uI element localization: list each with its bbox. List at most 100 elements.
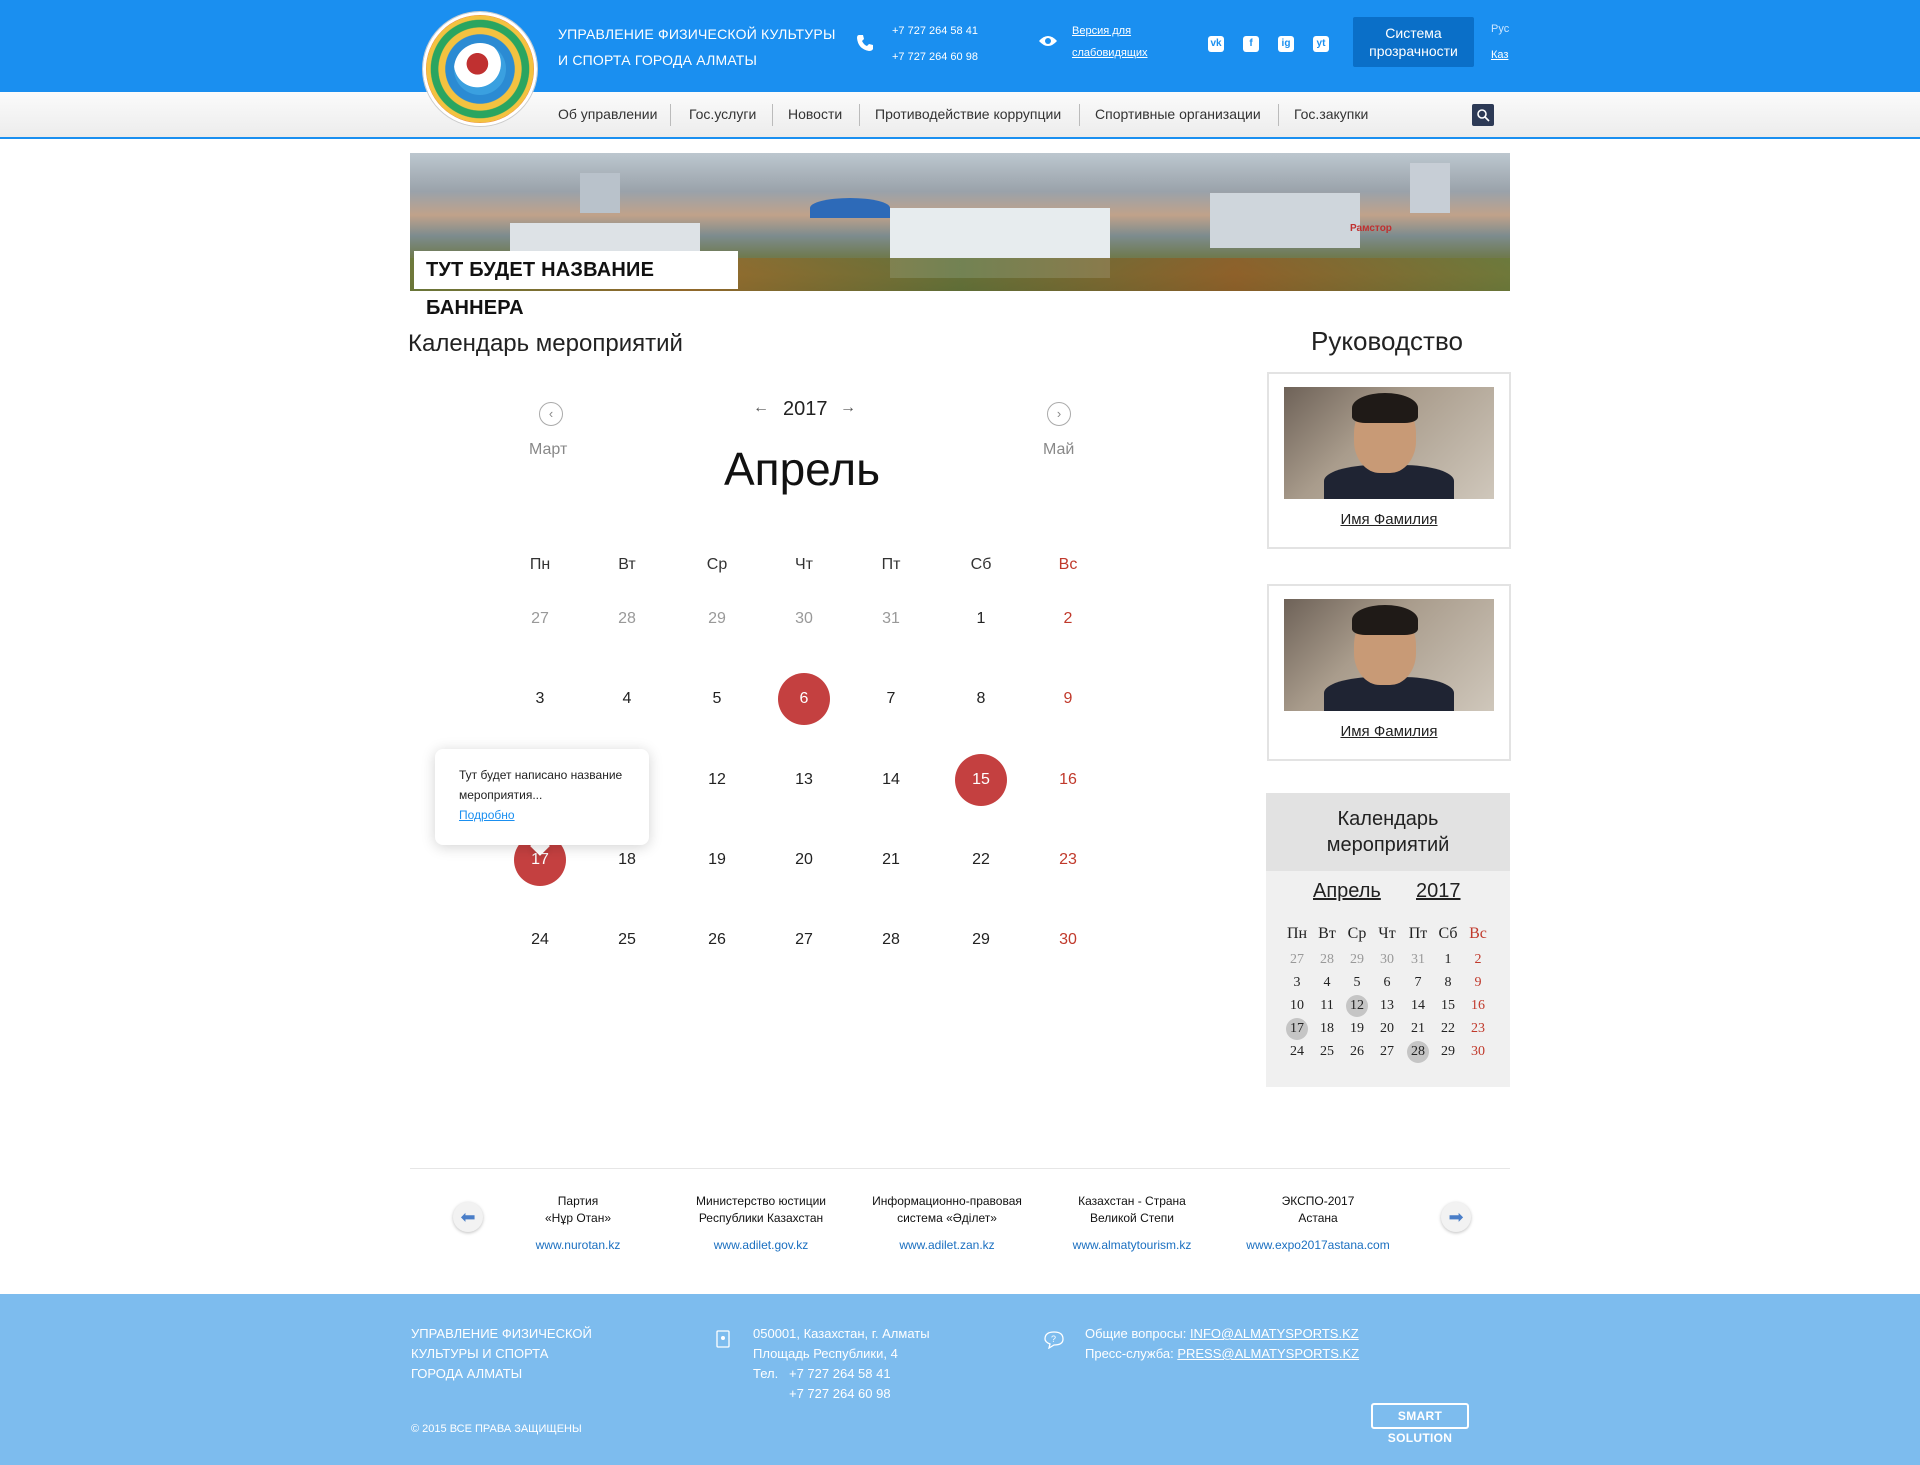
partners-next-button[interactable]: ➡	[1441, 1202, 1471, 1232]
mini-day[interactable]: 3	[1286, 972, 1308, 994]
mini-day[interactable]: 19	[1346, 1018, 1368, 1040]
partner-link[interactable]: www.almatytourism.kz	[1042, 1238, 1222, 1252]
calendar-day[interactable]: 28	[865, 914, 917, 966]
mini-day[interactable]: 29	[1346, 949, 1368, 971]
mini-day[interactable]: 4	[1316, 972, 1338, 994]
calendar-day[interactable]: 26	[691, 914, 743, 966]
low-vision-link-line2[interactable]: слабовидящих	[1072, 47, 1148, 59]
partner-link[interactable]: www.expo2017astana.com	[1228, 1238, 1408, 1252]
mini-day[interactable]: 20	[1376, 1018, 1398, 1040]
mini-day[interactable]: 23	[1467, 1018, 1489, 1040]
calendar-day[interactable]: 30	[778, 593, 830, 645]
mini-day[interactable]: 28	[1407, 1041, 1429, 1063]
calendar-day[interactable]: 29	[691, 593, 743, 645]
mini-day[interactable]: 17	[1286, 1018, 1308, 1040]
mini-day[interactable]: 7	[1407, 972, 1429, 994]
calendar-day[interactable]: 29	[955, 914, 1007, 966]
calendar-day[interactable]: 31	[865, 593, 917, 645]
mini-day[interactable]: 18	[1316, 1018, 1338, 1040]
nav-item-procurement[interactable]: Гос.закупки	[1294, 106, 1368, 122]
mini-day[interactable]: 2	[1467, 949, 1489, 971]
mini-day[interactable]: 24	[1286, 1041, 1308, 1063]
calendar-day[interactable]: 7	[865, 673, 917, 725]
leader-photo[interactable]	[1284, 599, 1494, 711]
mini-day[interactable]: 16	[1467, 995, 1489, 1017]
calendar-day[interactable]: 2	[1042, 593, 1094, 645]
calendar-day[interactable]: 5	[691, 673, 743, 725]
low-vision-link-line1[interactable]: Версия для	[1072, 25, 1131, 37]
instagram-icon[interactable]: ig	[1278, 36, 1294, 52]
developer-logo[interactable]: SMART SOLUTION	[1371, 1403, 1469, 1445]
mini-day[interactable]: 8	[1437, 972, 1459, 994]
calendar-day[interactable]: 4	[601, 673, 653, 725]
mini-year-select[interactable]: 2017	[1416, 880, 1461, 903]
phone-2[interactable]: +7 727 264 60 98	[892, 51, 978, 63]
leader-name-link[interactable]: Имя Фамилия	[1267, 723, 1511, 740]
partner-link[interactable]: www.nurotan.kz	[488, 1238, 668, 1252]
phone-1[interactable]: +7 727 264 58 41	[892, 25, 978, 37]
mini-day[interactable]: 5	[1346, 972, 1368, 994]
calendar-day[interactable]: 14	[865, 754, 917, 806]
lang-kz[interactable]: Каз	[1491, 49, 1508, 61]
mini-day[interactable]: 13	[1376, 995, 1398, 1017]
mini-day[interactable]: 1	[1437, 949, 1459, 971]
mini-month-select[interactable]: Апрель	[1313, 880, 1381, 903]
mini-day[interactable]: 14	[1407, 995, 1429, 1017]
calendar-day[interactable]: 8	[955, 673, 1007, 725]
general-email-link[interactable]: INFO@ALMATYSPORTS.KZ	[1190, 1326, 1359, 1341]
partners-prev-button[interactable]: ⬅	[453, 1202, 483, 1232]
calendar-day[interactable]: 25	[601, 914, 653, 966]
mini-day[interactable]: 6	[1376, 972, 1398, 994]
next-month-label[interactable]: Май	[1043, 441, 1074, 459]
calendar-day[interactable]: 20	[778, 834, 830, 886]
press-email-link[interactable]: PRESS@ALMATYSPORTS.KZ	[1177, 1346, 1359, 1361]
footer-phone-2[interactable]: +7 727 264 60 98	[789, 1384, 891, 1404]
leader-name-link[interactable]: Имя Фамилия	[1267, 511, 1511, 528]
mini-day[interactable]: 26	[1346, 1041, 1368, 1063]
partner-link[interactable]: www.adilet.gov.kz	[671, 1238, 851, 1252]
nav-item-services[interactable]: Гос.услуги	[689, 106, 756, 122]
calendar-day[interactable]: 1	[955, 593, 1007, 645]
event-details-link[interactable]: Подробно	[459, 805, 649, 825]
lang-ru[interactable]: Рус	[1491, 23, 1509, 35]
mini-day[interactable]: 11	[1316, 995, 1338, 1017]
calendar-day-event[interactable]: 6	[778, 673, 830, 725]
facebook-icon[interactable]: f	[1243, 36, 1259, 52]
youtube-icon[interactable]: yt	[1313, 36, 1329, 52]
mini-day[interactable]: 12	[1346, 995, 1368, 1017]
calendar-day[interactable]: 3	[514, 673, 566, 725]
transparency-button[interactable]: Система прозрачности	[1353, 17, 1474, 67]
calendar-day[interactable]: 19	[691, 834, 743, 886]
mini-day[interactable]: 21	[1407, 1018, 1429, 1040]
calendar-day[interactable]: 16	[1042, 754, 1094, 806]
mini-day[interactable]: 29	[1437, 1041, 1459, 1063]
next-month-button[interactable]: ›	[1047, 402, 1071, 426]
mini-day[interactable]: 10	[1286, 995, 1308, 1017]
footer-phone-1[interactable]: +7 727 264 58 41	[789, 1364, 891, 1384]
leader-photo[interactable]	[1284, 387, 1494, 499]
prev-month-button[interactable]: ‹	[539, 402, 563, 426]
mini-day[interactable]: 9	[1467, 972, 1489, 994]
nav-item-news[interactable]: Новости	[788, 106, 842, 122]
prev-month-label[interactable]: Март	[529, 441, 567, 459]
calendar-day[interactable]: 22	[955, 834, 1007, 886]
calendar-day[interactable]: 13	[778, 754, 830, 806]
mini-day[interactable]: 28	[1316, 949, 1338, 971]
calendar-day-event[interactable]: 15	[955, 754, 1007, 806]
partner-link[interactable]: www.adilet.zan.kz	[857, 1238, 1037, 1252]
next-year-arrow-icon[interactable]: →	[840, 399, 856, 417]
mini-day[interactable]: 27	[1376, 1041, 1398, 1063]
calendar-day[interactable]: 12	[691, 754, 743, 806]
mini-day[interactable]: 30	[1376, 949, 1398, 971]
prev-year-arrow-icon[interactable]: ←	[753, 399, 769, 417]
calendar-day[interactable]: 9	[1042, 673, 1094, 725]
calendar-day[interactable]: 27	[514, 593, 566, 645]
mini-day[interactable]: 22	[1437, 1018, 1459, 1040]
mini-day[interactable]: 30	[1467, 1041, 1489, 1063]
mini-day[interactable]: 15	[1437, 995, 1459, 1017]
nav-item-about[interactable]: Об управлении	[558, 106, 657, 122]
calendar-day[interactable]: 30	[1042, 914, 1094, 966]
search-button[interactable]	[1472, 104, 1494, 126]
calendar-day[interactable]: 24	[514, 914, 566, 966]
calendar-day[interactable]: 23	[1042, 834, 1094, 886]
